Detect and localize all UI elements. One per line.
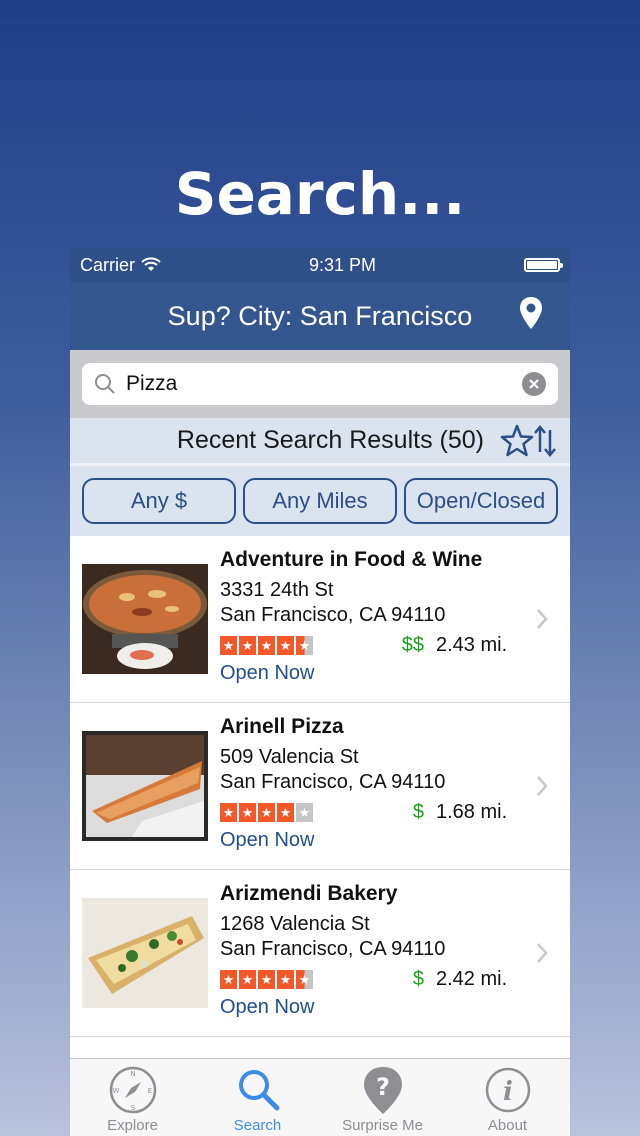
distance: 1.68 mi. <box>436 800 508 823</box>
list-item[interactable]: Arizmendi Bakery 1268 Valencia St San Fr… <box>70 870 570 1037</box>
restaurant-name: Adventure in Food & Wine <box>220 548 483 571</box>
svg-text:N: N <box>130 1070 135 1078</box>
star-icon: ★ <box>296 635 313 655</box>
chevron-right-icon <box>537 943 548 963</box>
tab-bar: N S W E Explore Search ? Surprise Me i A… <box>70 1058 570 1136</box>
star-icon: ★ <box>296 969 313 989</box>
price-level: $ <box>412 967 424 990</box>
tab-about[interactable]: i About <box>445 1059 570 1136</box>
info-icon: i <box>485 1067 530 1113</box>
star-icon: ★ <box>239 802 256 822</box>
tab-explore[interactable]: N S W E Explore <box>70 1059 195 1136</box>
star-sort-icon[interactable] <box>500 424 556 458</box>
restaurant-photo <box>82 731 208 841</box>
star-icon: ★ <box>258 802 275 822</box>
star-icon: ★ <box>220 802 237 822</box>
list-item-partial[interactable] <box>70 1037 570 1060</box>
tab-search[interactable]: Search <box>195 1059 320 1136</box>
compass-icon: N S W E <box>109 1066 156 1114</box>
nav-bar: Sup? City: San Francisco <box>70 282 570 350</box>
restaurant-name: Arizmendi Bakery <box>220 882 398 905</box>
phone-screen: Carrier 9:31 PM Sup? City: San Francisco… <box>70 248 570 1136</box>
address-line-1: 1268 Valencia St <box>220 913 370 935</box>
address-line-1: 3331 24th St <box>220 579 334 601</box>
clear-icon[interactable] <box>522 372 546 396</box>
map-pin-icon[interactable] <box>518 296 544 330</box>
address-line-2: San Francisco, CA 94110 <box>220 604 446 626</box>
status-bar: Carrier 9:31 PM <box>70 248 570 282</box>
open-closed-filter-button[interactable]: Open/Closed <box>404 478 558 524</box>
wifi-icon <box>141 257 161 271</box>
price-level: $$ <box>401 633 424 656</box>
distance: 2.43 mi. <box>436 633 508 656</box>
address-line-2: San Francisco, CA 94110 <box>220 771 446 793</box>
svg-text:S: S <box>130 1104 135 1112</box>
star-icon: ★ <box>277 635 294 655</box>
star-icon: ★ <box>220 635 237 655</box>
open-status: Open Now <box>220 662 315 684</box>
star-icon: ★ <box>296 802 313 822</box>
search-icon <box>95 374 115 394</box>
svg-text:?: ? <box>376 1073 390 1101</box>
status-time: 9:31 PM <box>308 254 377 275</box>
star-rating: ★ ★ ★ ★ ★ <box>220 969 338 989</box>
address-line-2: San Francisco, CA 94110 <box>220 938 446 960</box>
star-icon: ★ <box>220 969 237 989</box>
open-status: Open Now <box>220 829 315 851</box>
star-icon: ★ <box>258 635 275 655</box>
results-header: Recent Search Results (50) <box>70 418 570 466</box>
open-status: Open Now <box>220 996 315 1018</box>
restaurant-name: Arinell Pizza <box>220 715 344 738</box>
tab-label: About <box>487 1117 528 1134</box>
price-level: $ <box>412 800 424 823</box>
results-list: Adventure in Food & Wine 3331 24th St Sa… <box>70 536 570 1060</box>
star-icon: ★ <box>239 635 256 655</box>
carrier-label: Carrier <box>80 254 136 275</box>
search-bar: Pizza <box>70 350 570 418</box>
distance-filter-button[interactable]: Any Miles <box>243 478 397 524</box>
star-icon: ★ <box>277 969 294 989</box>
address-line-1: 509 Valencia St <box>220 746 359 768</box>
restaurant-photo <box>82 564 208 674</box>
hero-title: Search... <box>174 160 466 228</box>
tab-label: Explore <box>107 1117 158 1134</box>
price-filter-button[interactable]: Any $ <box>82 478 236 524</box>
star-icon: ★ <box>277 802 294 822</box>
search-icon <box>238 1070 279 1111</box>
search-input[interactable]: Pizza <box>82 363 558 405</box>
search-value[interactable]: Pizza <box>126 372 512 396</box>
restaurant-photo <box>82 898 208 1008</box>
list-item[interactable]: Arinell Pizza 509 Valencia St San Franci… <box>70 703 570 870</box>
svg-text:E: E <box>147 1087 151 1095</box>
battery-icon <box>524 258 563 272</box>
tab-label: Surprise Me <box>342 1117 423 1134</box>
star-icon: ★ <box>239 969 256 989</box>
chevron-right-icon <box>537 609 548 629</box>
list-item[interactable]: Adventure in Food & Wine 3331 24th St Sa… <box>70 536 570 703</box>
distance: 2.42 mi. <box>436 967 508 990</box>
filter-bar: Any $ Any Miles Open/Closed <box>70 466 570 536</box>
tab-surprise-me[interactable]: ? Surprise Me <box>320 1059 445 1136</box>
svg-text:W: W <box>112 1087 119 1095</box>
question-pin-icon: ? <box>363 1067 402 1114</box>
star-rating: ★ ★ ★ ★ ★ <box>220 635 338 655</box>
svg-text:i: i <box>503 1077 513 1107</box>
chevron-right-icon <box>537 776 548 796</box>
star-rating: ★ ★ ★ ★ ★ <box>220 802 338 822</box>
star-icon: ★ <box>258 969 275 989</box>
nav-title: Sup? City: San Francisco <box>167 300 473 331</box>
results-title: Recent Search Results (50) <box>176 426 484 454</box>
tab-label: Search <box>233 1117 282 1134</box>
